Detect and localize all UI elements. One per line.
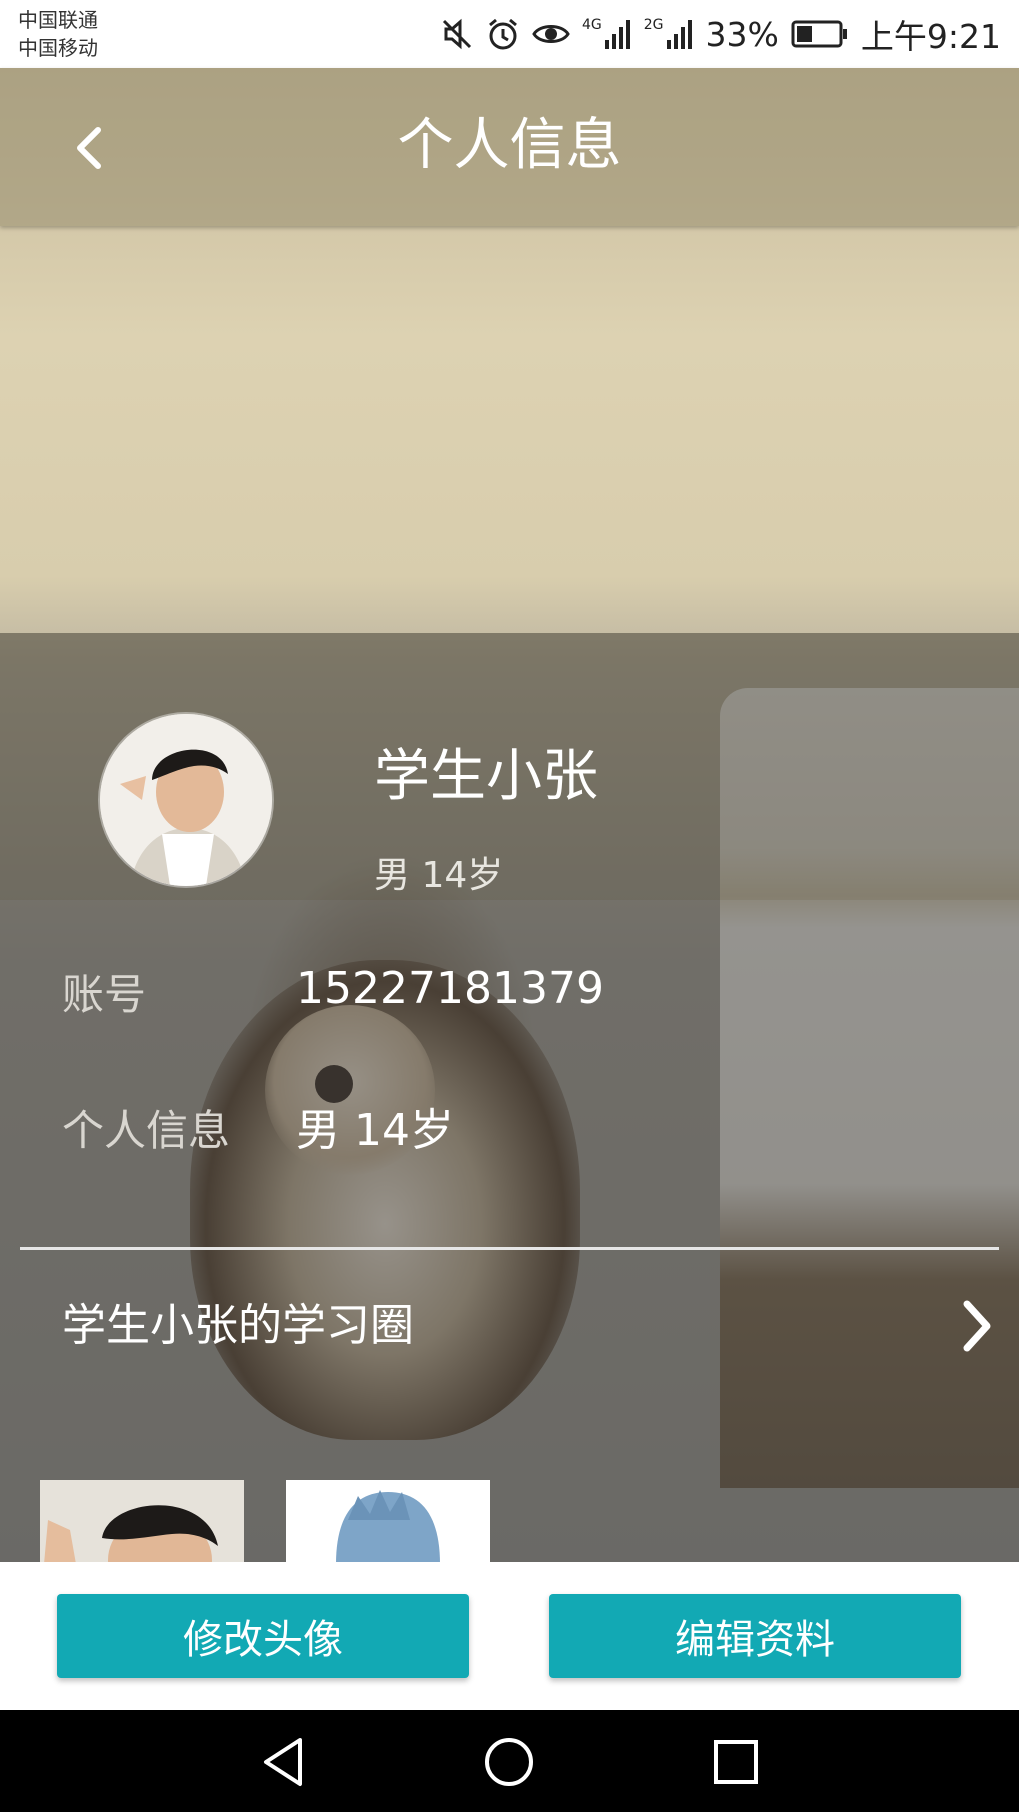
network-1: 4G [582, 18, 632, 50]
status-icons: 4G 2G 33% 上午9:21 [440, 10, 1001, 58]
chevron-right-icon [963, 1300, 991, 1352]
circle-home-icon [485, 1738, 533, 1786]
thumbnail-photo [40, 1480, 244, 1564]
system-nav-bar [0, 1710, 1019, 1812]
carrier-2: 中国移动 [18, 36, 98, 60]
eye-icon [532, 25, 570, 43]
action-bar: 修改头像 编辑资料 [0, 1562, 1019, 1710]
study-circle-thumbnail[interactable] [286, 1480, 490, 1564]
change-avatar-button[interactable]: 修改头像 [57, 1594, 469, 1678]
personal-info-label: 个人信息 [62, 1106, 231, 1155]
study-circle-title: 学生小张的学习圈 [62, 1300, 414, 1351]
signal-icon [604, 20, 630, 49]
nav-home-button[interactable] [479, 1732, 539, 1792]
account-label: 账号 [62, 970, 147, 1019]
net-type-2: 2G [643, 17, 664, 33]
personal-info-value: 男 14岁 [296, 1105, 454, 1156]
header-bar: 个人信息 [0, 68, 1019, 226]
carrier-1: 中国联通 [18, 8, 98, 32]
profile-gender-age: 男 14岁 [374, 855, 504, 896]
network-2: 2G [644, 18, 694, 50]
study-circle-row[interactable]: 学生小张的学习圈 [0, 1290, 1019, 1366]
clock: 上午9:21 [860, 17, 1001, 56]
carrier-info: 中国联通 中国移动 [18, 6, 98, 62]
nav-back-button[interactable] [254, 1732, 314, 1792]
account-value: 15227181379 [296, 963, 604, 1014]
status-bar: 中国联通 中国移动 4G 2G 33% 上午9:21 [0, 0, 1019, 68]
thumbnail-anime [286, 1480, 490, 1564]
square-recents-icon [714, 1740, 758, 1784]
page-title: 个人信息 [397, 113, 622, 178]
alarm-icon [489, 18, 517, 50]
battery-icon [791, 20, 847, 48]
battery-percent: 33% [705, 14, 779, 54]
triangle-back-icon [264, 1738, 302, 1786]
edit-profile-button[interactable]: 编辑资料 [549, 1594, 961, 1678]
net-type-1: 4G [582, 17, 602, 33]
signal-icon [666, 20, 692, 49]
profile-name: 学生小张 [374, 744, 598, 809]
avatar[interactable] [100, 714, 272, 886]
study-circle-thumbnail[interactable] [40, 1480, 244, 1564]
divider [20, 1247, 999, 1250]
mute-icon [442, 18, 472, 50]
nav-recents-button[interactable] [706, 1732, 766, 1792]
avatar-photo [100, 714, 272, 886]
